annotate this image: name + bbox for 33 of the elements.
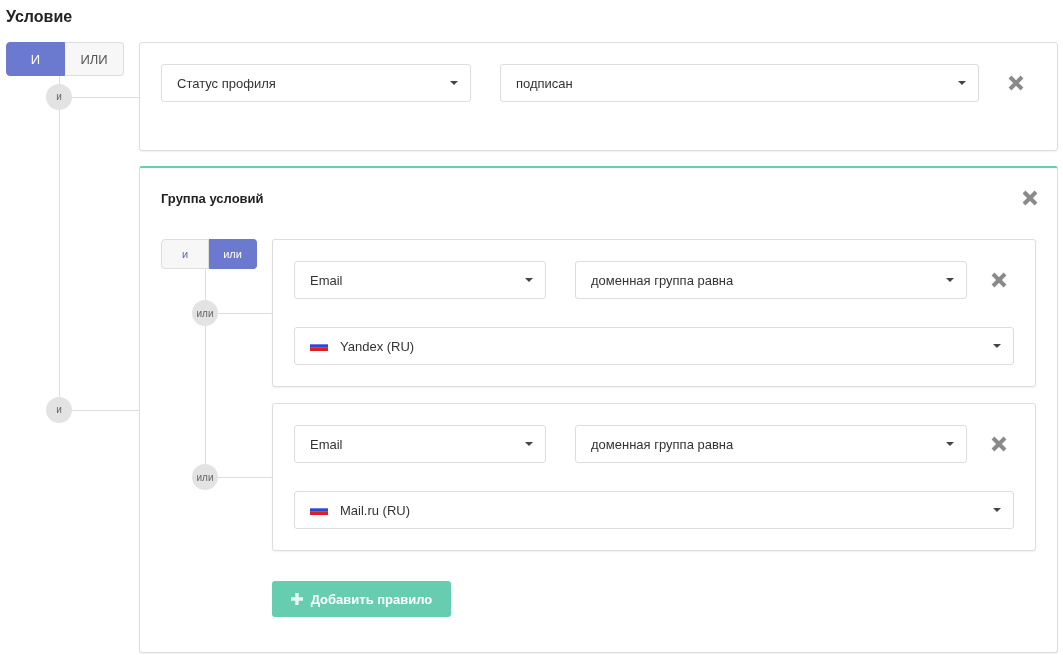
flag-icon	[310, 505, 328, 515]
group-title: Группа условий	[161, 190, 264, 206]
select-field[interactable]: подписан	[500, 64, 979, 102]
select-field[interactable]: Yandex (RU)	[294, 327, 1014, 365]
caret-icon	[958, 81, 966, 85]
connector-label: и	[46, 83, 72, 110]
connector-label: и	[46, 396, 72, 423]
operator-toggle[interactable]: ИЛИ	[65, 42, 124, 76]
operator-toggle[interactable]: или	[209, 239, 257, 269]
caret-icon	[946, 442, 954, 446]
operator-toggle[interactable]: И	[6, 42, 65, 76]
operator-toggle[interactable]: и	[161, 239, 209, 269]
connector-label: или	[192, 464, 218, 490]
select-field[interactable]: Mail.ru (RU)	[294, 491, 1014, 529]
close-icon[interactable]	[990, 271, 1008, 289]
select-field[interactable]: Email	[294, 425, 546, 463]
caret-icon	[525, 278, 533, 282]
section-title: Условие	[6, 7, 74, 27]
connector-label: или	[192, 300, 218, 326]
select-field[interactable]: доменная группа равна	[575, 425, 967, 463]
caret-icon	[993, 344, 1001, 348]
caret-icon	[993, 508, 1001, 512]
caret-icon	[946, 278, 954, 282]
close-icon[interactable]	[990, 435, 1008, 453]
flag-icon	[310, 341, 328, 351]
select-field[interactable]: Статус профиля	[161, 64, 471, 102]
plus-icon	[290, 593, 303, 605]
select-field[interactable]: Email	[294, 261, 546, 299]
caret-icon	[525, 442, 533, 446]
close-icon[interactable]	[1007, 74, 1025, 92]
select-field[interactable]: доменная группа равна	[575, 261, 967, 299]
caret-icon	[450, 81, 458, 85]
close-icon[interactable]	[1021, 189, 1039, 207]
